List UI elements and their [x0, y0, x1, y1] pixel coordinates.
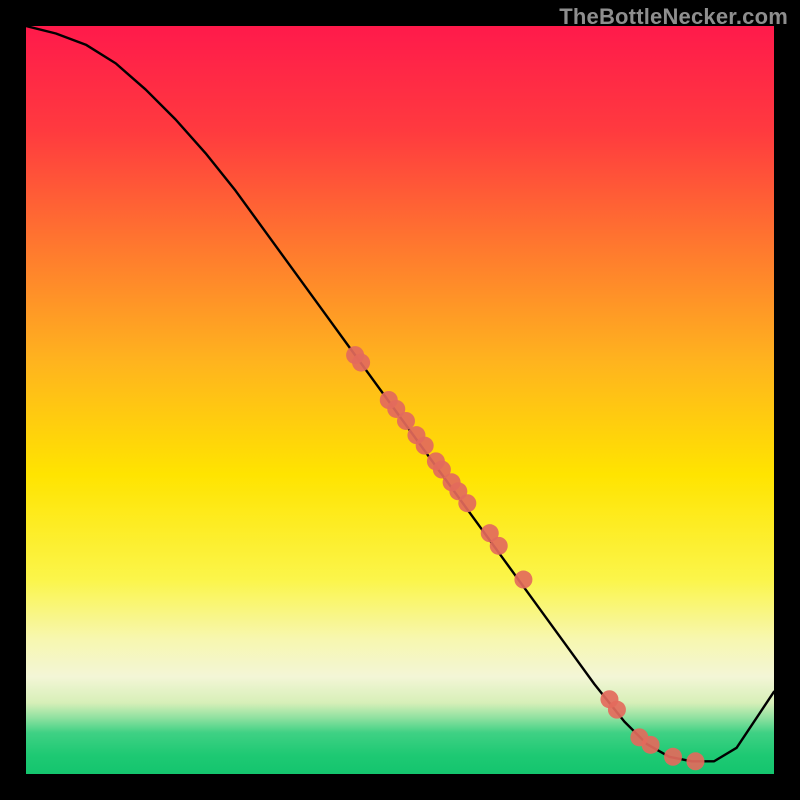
data-point	[642, 736, 660, 754]
data-point	[416, 437, 434, 455]
data-point	[686, 752, 704, 770]
watermark-text: TheBottleNecker.com	[559, 4, 788, 30]
data-point	[458, 494, 476, 512]
chart-frame	[26, 26, 774, 774]
data-point	[490, 537, 508, 555]
data-point	[514, 571, 532, 589]
data-point	[664, 748, 682, 766]
data-point	[608, 701, 626, 719]
gradient-background	[26, 26, 774, 774]
bottleneck-chart	[26, 26, 774, 774]
data-point	[352, 354, 370, 372]
